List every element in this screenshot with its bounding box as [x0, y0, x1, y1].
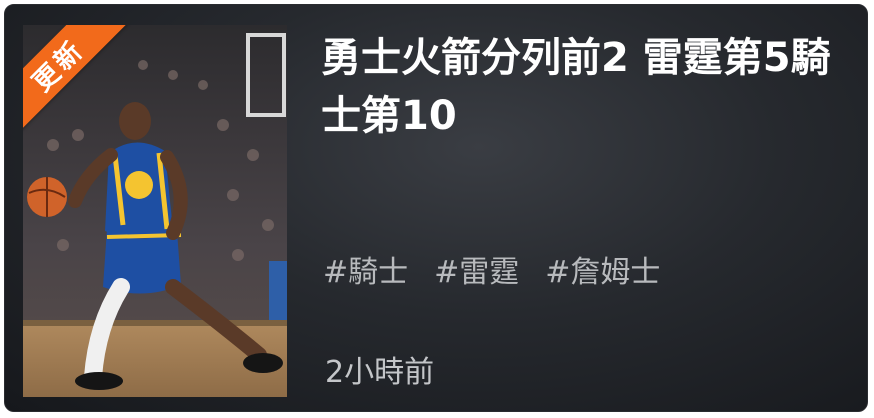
publish-time: 2小時前 [325, 355, 435, 390]
news-title[interactable]: 勇士火箭分列前2 雷霆第5騎士第10 [321, 29, 851, 145]
tag-item[interactable]: #詹姆士 [545, 247, 660, 291]
news-card[interactable]: 更新 勇士火箭分列前2 雷霆第5騎士第10 #騎士 #雷霆 #詹姆士 2小時前 [4, 4, 868, 412]
news-thumbnail[interactable]: 更新 [23, 25, 287, 397]
tag-item[interactable]: #騎士 [323, 247, 408, 291]
tag-list: #騎士 #雷霆 #詹姆士 [323, 247, 660, 291]
tag-item[interactable]: #雷霆 [434, 247, 519, 291]
